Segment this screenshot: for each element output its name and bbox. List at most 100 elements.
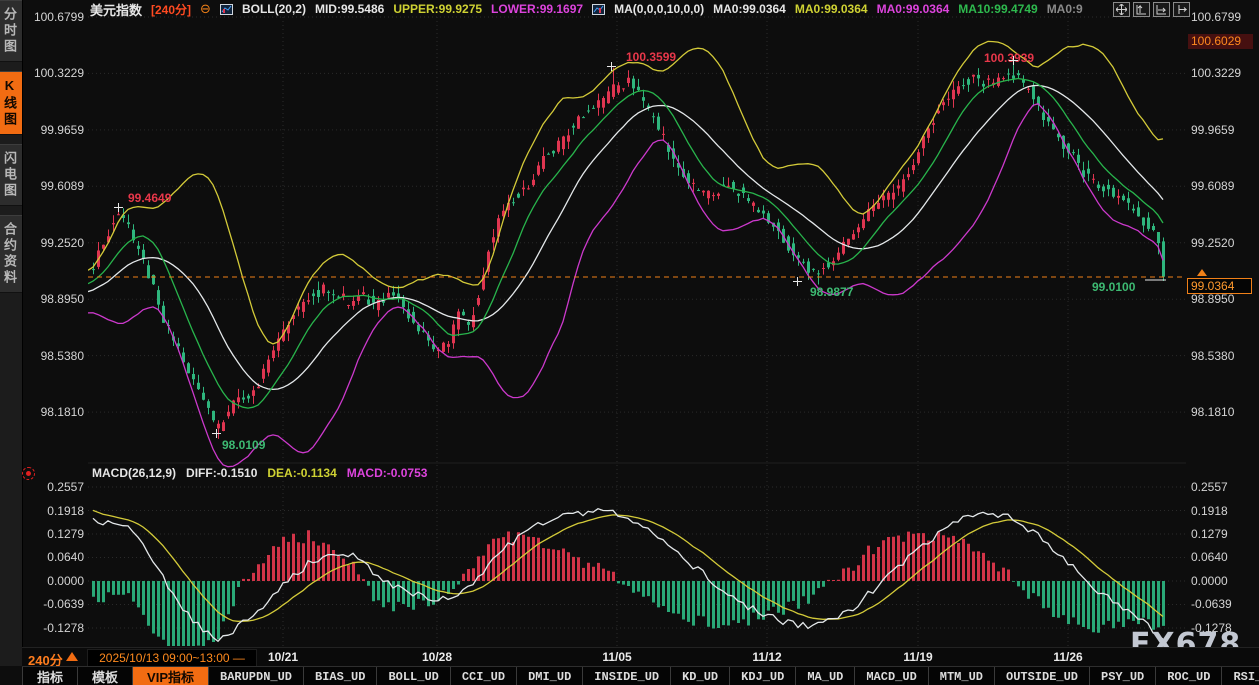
- last-price-arrow-icon: [1197, 269, 1207, 276]
- macd-axis-right-label: -0.0639: [1191, 597, 1232, 611]
- boll-lower-value: LOWER:99.1697: [491, 2, 583, 16]
- macd-settings-icon[interactable]: [22, 467, 35, 480]
- left-tab-sidebar: 分时图 K线图闪电图合约资料: [0, 0, 23, 666]
- price-axis-left-label: 99.9659: [28, 123, 84, 137]
- price-axis-right-label: 100.3229: [1191, 66, 1241, 80]
- swing-point-marker-icon: [114, 203, 123, 212]
- date-tick-label: 10/28: [422, 650, 452, 664]
- toolbar-button-boll-ud[interactable]: BOLL_UD: [377, 667, 450, 685]
- swing-point-marker-icon: [607, 62, 616, 71]
- boll-label: BOLL(20,2): [242, 2, 306, 16]
- ma0-white-value: MA0:99.0364: [713, 2, 786, 16]
- price-axis-right-label: 98.5380: [1191, 349, 1234, 363]
- macd-header: MACD(26,12,9) DIFF:-0.1510 DEA:-0.1134 M…: [92, 466, 427, 480]
- boll-upper-value: UPPER:99.9275: [393, 2, 482, 16]
- toolbar-button-outside-ud[interactable]: OUTSIDE_UD: [995, 667, 1090, 685]
- pan-icon[interactable]: [1113, 2, 1130, 17]
- sidebar-tab-4[interactable]: 合约资料: [0, 215, 22, 293]
- ma0-magenta-value: MA0:99.0364: [877, 2, 950, 16]
- time-axis-bar: 240分 2025/10/13 09:00~13:00 — 10/2110/28…: [22, 647, 1259, 667]
- toolbar-button-cci-ud[interactable]: CCI_UD: [451, 667, 517, 685]
- price-annotation: 99.0100: [1092, 280, 1135, 294]
- price-axis-left-label: 98.1810: [28, 405, 84, 419]
- fit-horizontal-icon[interactable]: [1153, 2, 1170, 17]
- macd-axis-left-label: -0.1278: [28, 621, 84, 635]
- boll-mid-value: MID:99.5486: [315, 2, 384, 16]
- date-tick-label: 11/12: [752, 650, 781, 664]
- ma-label: MA(0,0,0,10,0,0): [614, 2, 704, 16]
- chart-scale-buttons: [1113, 2, 1190, 17]
- price-annotation: 100.3599: [626, 50, 676, 64]
- period-dropdown-arrow-icon[interactable]: [66, 652, 78, 661]
- toolbar-button-kdj-ud[interactable]: KDJ_UD: [730, 667, 796, 685]
- macd-axis-left-label: 0.0000: [28, 574, 84, 588]
- shift-right-icon[interactable]: [1173, 2, 1190, 17]
- toolbar-button-macd-ud[interactable]: MACD_UD: [855, 667, 928, 685]
- price-axis-left-label: 98.5380: [28, 349, 84, 363]
- macd-axis-left-label: 0.2557: [28, 480, 84, 494]
- toolbar-button-barupdn-ud[interactable]: BARUPDN_UD: [209, 667, 304, 685]
- price-axis-right-label: 99.2520: [1191, 236, 1234, 250]
- toolbar-button-ma-ud[interactable]: MA_UD: [796, 667, 855, 685]
- price-axis-right-label: 100.6799: [1191, 10, 1241, 24]
- toolbar-button-roc-ud[interactable]: ROC_UD: [1156, 667, 1222, 685]
- toolbar-button--[interactable]: 指标: [23, 667, 78, 685]
- price-axis-left-label: 99.6089: [28, 179, 84, 193]
- macd-axis-right-label: 0.1279: [1191, 527, 1228, 541]
- macd-axis-left-label: 0.0640: [28, 550, 84, 564]
- macd-axis-right-label: 0.0000: [1191, 574, 1228, 588]
- toolbar-button-vip-[interactable]: VIP指标: [133, 667, 209, 685]
- price-axis-left-label: 100.3229: [28, 66, 84, 80]
- date-tick-label: 11/19: [903, 650, 932, 664]
- price-axis-right-label: 99.9659: [1191, 123, 1234, 137]
- macd-macd-value: MACD:-0.0753: [347, 466, 428, 480]
- boll-indicator-icon: [220, 4, 233, 15]
- toolbar-button-inside-ud[interactable]: INSIDE_UD: [583, 667, 671, 685]
- collapse-indicator-icon[interactable]: ⊖: [200, 4, 211, 14]
- bottom-indicator-toolbar: 指标模板VIP指标BARUPDN_UDBIAS_UDBOLL_UDCCI_UDD…: [22, 666, 1259, 685]
- bar-datetime-range-box[interactable]: 2025/10/13 09:00~13:00 —: [87, 649, 257, 667]
- period-label: [240分]: [151, 1, 191, 18]
- price-axis-left-label: 99.2520: [28, 236, 84, 250]
- price-axis-right-label: 98.1810: [1191, 405, 1234, 419]
- macd-axis-right-label: 0.0640: [1191, 550, 1228, 564]
- toolbar-button-psy-ud[interactable]: PSY_UD: [1090, 667, 1156, 685]
- price-axis-right-label: 99.6089: [1191, 179, 1234, 193]
- sidebar-tab-2[interactable]: K线图: [0, 71, 22, 135]
- date-tick-label: 11/05: [602, 650, 631, 664]
- last-price-box: 99.0364: [1187, 278, 1252, 294]
- toolbar-button-dmi-ud[interactable]: DMI_UD: [517, 667, 583, 685]
- ma10-green-value: MA10:99.4749: [958, 2, 1037, 16]
- session-high-box: 100.6029: [1188, 34, 1253, 49]
- toolbar-button--[interactable]: 模板: [78, 667, 133, 685]
- date-tick-label: 10/21: [268, 650, 298, 664]
- price-axis-left-label: 98.8950: [28, 292, 84, 306]
- toolbar-button-bias-ud[interactable]: BIAS_UD: [304, 667, 377, 685]
- toolbar-button-mtm-ud[interactable]: MTM_UD: [929, 667, 995, 685]
- price-annotation: 98.0109: [222, 438, 265, 452]
- ma0-yellow-value: MA0:99.0364: [795, 2, 868, 16]
- sidebar-tab-3[interactable]: 闪电图: [0, 144, 22, 206]
- macd-axis-right-label: 0.1918: [1191, 504, 1228, 518]
- symbol-name: 美元指数: [90, 0, 142, 19]
- macd-diff-value: DIFF:-0.1510: [186, 466, 257, 480]
- sidebar-tab-1[interactable]: 分时图: [0, 0, 22, 62]
- swing-point-marker-icon: [793, 277, 802, 286]
- ma-gray-value: MA0:9: [1047, 2, 1083, 16]
- macd-axis-right-label: 0.2557: [1191, 480, 1228, 494]
- toolbar-button-rsi-ud[interactable]: RSI_UD: [1222, 667, 1259, 685]
- date-tick-label: 11/26: [1053, 650, 1082, 664]
- macd-axis-left-label: 0.1279: [28, 527, 84, 541]
- macd-dea-value: DEA:-0.1134: [267, 466, 336, 480]
- swing-point-marker-icon: [1009, 56, 1018, 65]
- toolbar-button-kd-ud[interactable]: KD_UD: [671, 667, 730, 685]
- app-window: 分时图 K线图闪电图合约资料 美元指数 [240分] ⊖ BOLL(20,2) M…: [0, 0, 1259, 685]
- fit-vertical-icon[interactable]: [1133, 2, 1150, 17]
- price-annotation: 99.4649: [128, 191, 171, 205]
- price-macd-chart-canvas[interactable]: [0, 0, 1259, 685]
- ma-indicator-icon: [592, 4, 605, 15]
- macd-title: MACD(26,12,9): [92, 466, 176, 480]
- swing-point-marker-icon: [212, 429, 221, 438]
- indicator-header: 美元指数 [240分] ⊖ BOLL(20,2) MID:99.5486 UPP…: [90, 1, 1083, 17]
- price-annotation: 98.9877: [810, 285, 853, 299]
